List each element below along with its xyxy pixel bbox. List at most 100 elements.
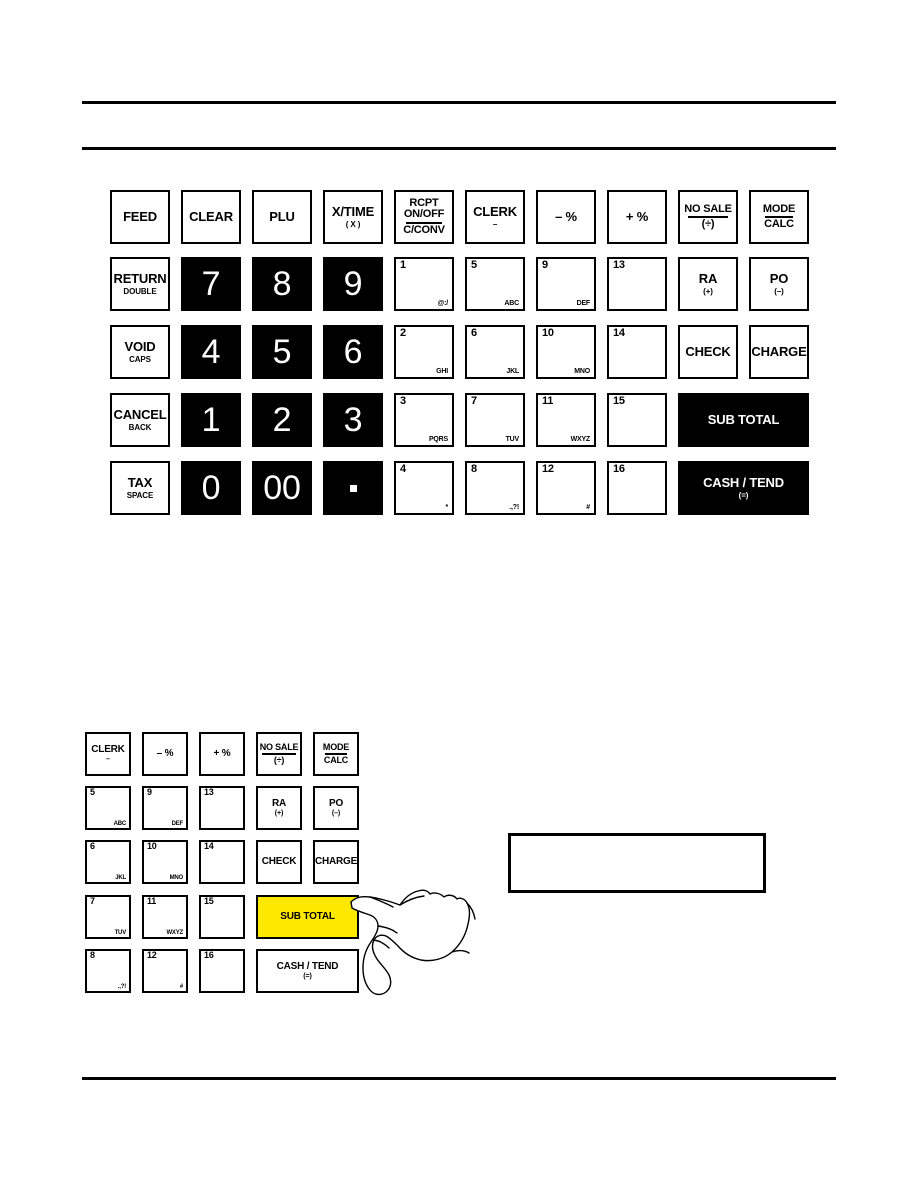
key-number-label: 14 (204, 841, 214, 851)
key-d-check[interactable]: CHECK (256, 840, 302, 884)
key-minus-pct[interactable]: – % (536, 190, 596, 244)
key-sub-total[interactable]: SUB TOTAL (678, 393, 809, 447)
key-number-label: 14 (613, 327, 625, 339)
key-d-dept-15[interactable]: 15 (199, 895, 245, 939)
key-number-label: 12 (147, 950, 157, 960)
key-d-cash-tend[interactable]: CASH / TEND (=) (256, 949, 359, 993)
key-letters-label: JKL (115, 874, 126, 881)
key-feed[interactable]: FEED (110, 190, 170, 244)
key-dept-1[interactable]: 1 @:/ (394, 257, 454, 311)
key-dept-13[interactable]: 13 (607, 257, 667, 311)
key-dept-7[interactable]: 7 TUV (465, 393, 525, 447)
key-d-clerk[interactable]: CLERK – (85, 732, 131, 776)
key-dept-9[interactable]: 9 DEF (536, 257, 596, 311)
key-label: PO (328, 797, 344, 809)
key-stacked-label: MODE CALC (762, 202, 796, 230)
key-d-mode-calc[interactable]: MODE CALC (313, 732, 359, 776)
key-num-5[interactable]: 5 (252, 325, 312, 379)
key-plus-pct[interactable]: + % (607, 190, 667, 244)
key-d-minus-pct[interactable]: – % (142, 732, 188, 776)
key-dept-15[interactable]: 15 (607, 393, 667, 447)
key-check[interactable]: CHECK (678, 325, 738, 379)
key-letters-label: PQRS (428, 435, 448, 443)
key-label-line-1: MODE (322, 741, 350, 752)
key-label-line-2: ON/OFF (403, 208, 445, 221)
key-num-8[interactable]: 8 (252, 257, 312, 311)
key-sublabel: (=) (738, 490, 749, 500)
key-label: CHECK (261, 855, 297, 867)
key-dept-12[interactable]: 12 # (536, 461, 596, 515)
key-dept-4[interactable]: 4 * (394, 461, 454, 515)
key-num-6[interactable]: 6 (323, 325, 383, 379)
key-d-dept-14[interactable]: 14 (199, 840, 245, 884)
key-num-4[interactable]: 4 (181, 325, 241, 379)
key-dept-3[interactable]: 3 PQRS (394, 393, 454, 447)
key-d-dept-10[interactable]: 10 MNO (142, 840, 188, 884)
key-d-charge[interactable]: CHARGE (313, 840, 359, 884)
key-x-time[interactable]: X/TIME( X ) (323, 190, 383, 244)
key-dept-8[interactable]: 8.,?! (465, 461, 525, 515)
key-num-9[interactable]: 9 (323, 257, 383, 311)
key-number-label: 5 (471, 259, 477, 271)
key-no-sale[interactable]: NO SALE (÷) (678, 190, 738, 244)
key-num-2[interactable]: 2 (252, 393, 312, 447)
key-cancel[interactable]: CANCEL BACK (110, 393, 170, 447)
key-letters-label: WXYZ (166, 929, 183, 936)
key-dept-11[interactable]: 11 WXYZ (536, 393, 596, 447)
key-return[interactable]: RETURN DOUBLE (110, 257, 170, 311)
key-num-00[interactable]: 00 (252, 461, 312, 515)
key-void[interactable]: VOID CAPS (110, 325, 170, 379)
key-d-dept-12[interactable]: 12 # (142, 949, 188, 993)
key-clerk[interactable]: CLERK – (465, 190, 525, 244)
key-label: – % (156, 747, 174, 759)
key-num-3[interactable]: 3 (323, 393, 383, 447)
key-d-dept-8[interactable]: 8.,?! (85, 949, 131, 993)
key-d-dept-9[interactable]: 9 DEF (142, 786, 188, 830)
key-letters-label: .,?! (117, 983, 126, 990)
key-po[interactable]: PO (–) (749, 257, 809, 311)
key-stacked-label: NO SALE (÷) (684, 202, 732, 230)
key-dept-10[interactable]: 10 MNO (536, 325, 596, 379)
key-d-dept-16[interactable]: 16 (199, 949, 245, 993)
key-clear[interactable]: CLEAR (181, 190, 241, 244)
key-ra[interactable]: RA (+) (678, 257, 738, 311)
key-num-1[interactable]: 1 (181, 393, 241, 447)
key-tax[interactable]: TAX SPACE (110, 461, 170, 515)
key-d-dept-6[interactable]: 6 JKL (85, 840, 131, 884)
key-charge[interactable]: CHARGE (749, 325, 809, 379)
key-cash-tend[interactable]: CASH / TEND (=) (678, 461, 809, 515)
key-letters-label: ABC (504, 299, 519, 307)
key-stacked-label: RCPT ON/OFF C/CONV (403, 197, 445, 236)
key-number-label: 13 (613, 259, 625, 271)
key-d-no-sale[interactable]: NO SALE (÷) (256, 732, 302, 776)
key-mode-calc[interactable]: MODE CALC (749, 190, 809, 244)
key-dept-16[interactable]: 16 (607, 461, 667, 515)
key-d-dept-13[interactable]: 13 (199, 786, 245, 830)
key-label: SUB TOTAL (280, 910, 335, 922)
key-d-dept-7[interactable]: 7 TUV (85, 895, 131, 939)
key-dept-5[interactable]: 5 ABC (465, 257, 525, 311)
key-rcpt-onoff[interactable]: RCPT ON/OFF C/CONV (394, 190, 454, 244)
key-number-label: 11 (542, 395, 554, 407)
key-dept-2[interactable]: 2 GHI (394, 325, 454, 379)
key-d-dept-11[interactable]: 11 WXYZ (142, 895, 188, 939)
key-plu[interactable]: PLU (252, 190, 312, 244)
key-label: VOID (124, 339, 156, 355)
key-d-plus-pct[interactable]: + % (199, 732, 245, 776)
key-num-dot[interactable] (323, 461, 383, 515)
key-d-dept-5[interactable]: 5 ABC (85, 786, 131, 830)
decimal-point-icon (349, 484, 357, 492)
key-num-7[interactable]: 7 (181, 257, 241, 311)
key-letters-label: JKL (506, 367, 519, 375)
key-num-0[interactable]: 0 (181, 461, 241, 515)
key-d-ra[interactable]: RA (+) (256, 786, 302, 830)
key-label-line-1: NO SALE (684, 202, 732, 215)
key-label-line-3: C/CONV (403, 223, 445, 236)
key-d-po[interactable]: PO (–) (313, 786, 359, 830)
pointing-hand-icon (350, 889, 476, 996)
key-dept-14[interactable]: 14 (607, 325, 667, 379)
key-label-line-1: MODE (762, 202, 796, 215)
key-dept-6[interactable]: 6 JKL (465, 325, 525, 379)
key-d-sub-total[interactable]: SUB TOTAL (256, 895, 359, 939)
key-label: CLERK (91, 743, 125, 755)
